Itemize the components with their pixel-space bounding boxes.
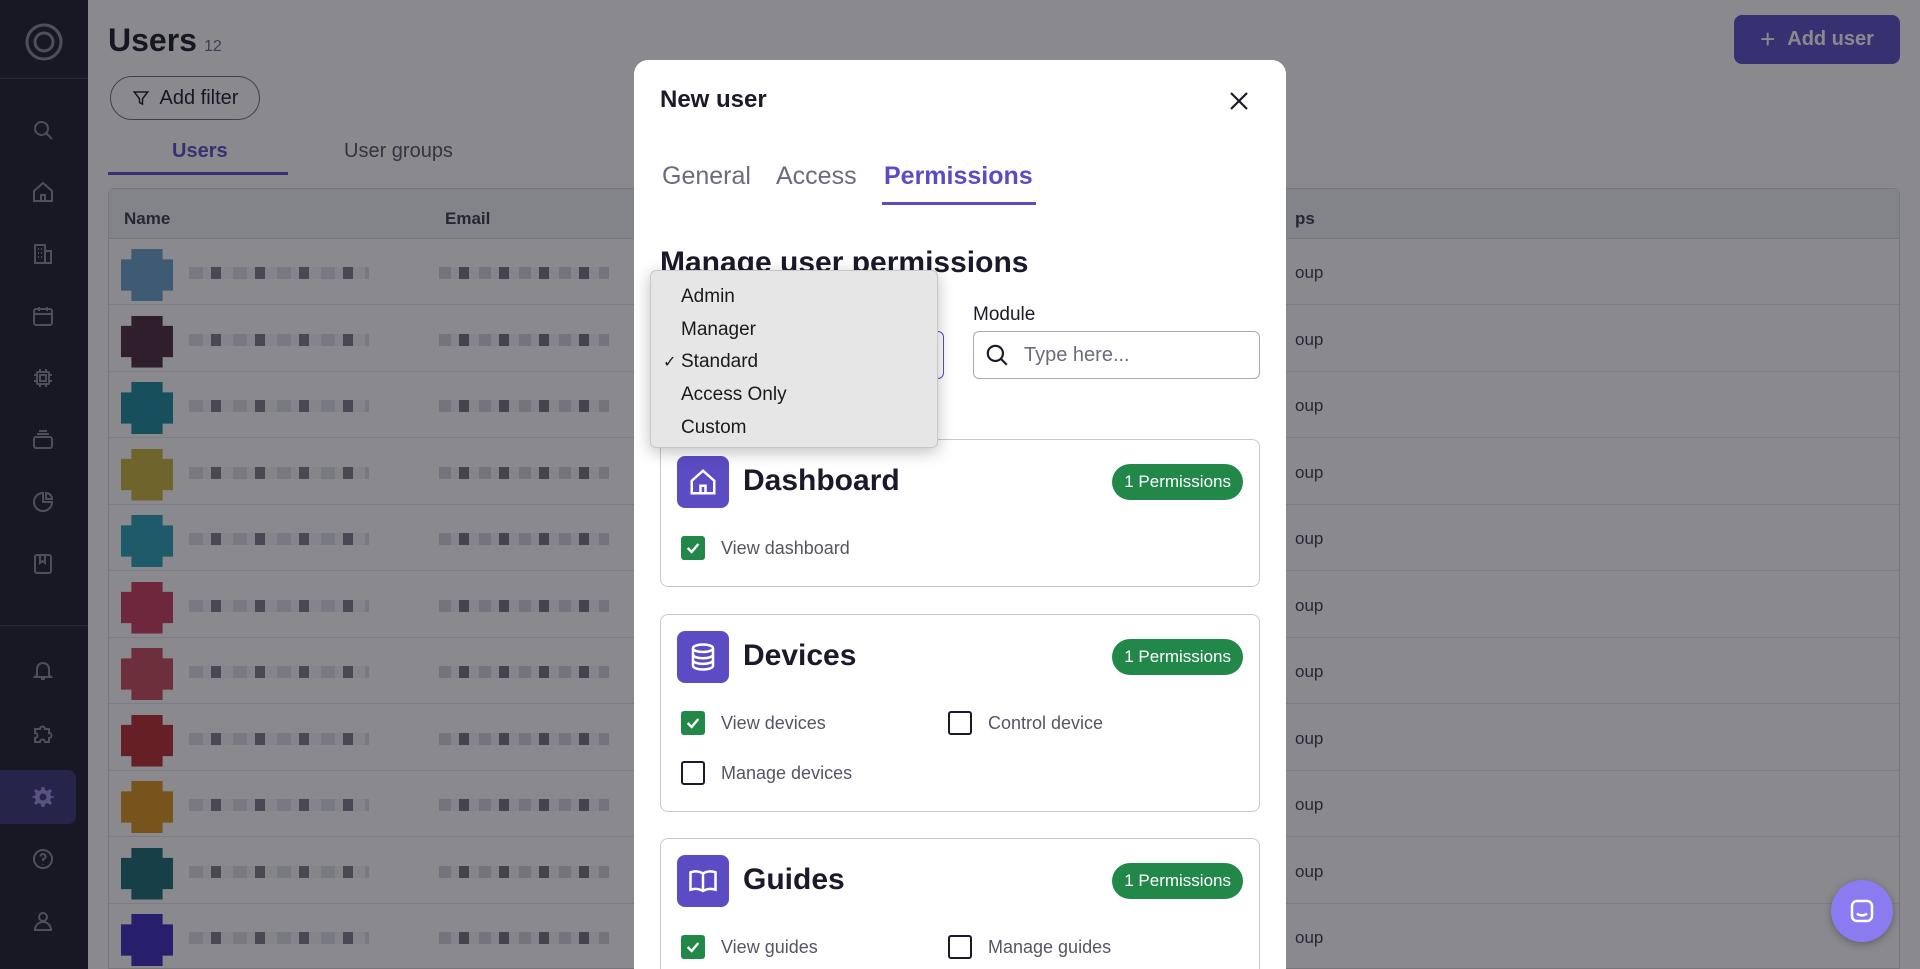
open-book-icon [677,855,729,907]
checkbox-unchecked[interactable] [948,711,972,735]
permission-label: Control device [988,712,1104,733]
permission-manage-guides[interactable]: Manage guides [948,935,1111,959]
permission-label: Manage devices [721,762,853,783]
permission-card-dashboard: Dashboard 1 Permissions View dashboard [660,439,1260,587]
home-icon [677,456,729,508]
card-title: Devices [743,639,857,672]
role-dropdown-menu: Admin Manager ✓ Standard Access Only Cust… [650,270,938,448]
search-icon [982,340,1012,370]
permission-label: View devices [721,712,826,733]
checkbox-unchecked[interactable] [681,761,705,785]
permission-card-devices: Devices 1 Permissions View devices Contr… [660,614,1260,812]
checkmark-icon: ✓ [663,354,677,372]
permission-card-guides: Guides 1 Permissions View guides Manage … [660,838,1260,969]
permission-label: Manage guides [988,936,1112,957]
permission-control-device[interactable]: Control device [948,711,1103,735]
chat-icon[interactable] [1831,880,1893,942]
tab-permissions[interactable]: Permissions [884,162,1033,191]
dropdown-option-manager[interactable]: Manager [651,314,937,347]
module-search[interactable] [973,331,1260,379]
dropdown-option-custom[interactable]: Custom [651,411,937,444]
close-icon[interactable] [1222,84,1256,118]
permission-view-devices[interactable]: View devices [681,711,826,735]
database-icon [677,631,729,683]
tab-general[interactable]: General [662,162,751,191]
permissions-badge: 1 Permissions [1112,464,1243,500]
modal-title: New user [660,86,767,113]
dropdown-option-access-only[interactable]: Access Only [651,379,937,412]
permission-label: View dashboard [721,537,850,558]
dropdown-option-standard[interactable]: ✓ Standard [651,346,937,379]
permissions-badge: 1 Permissions [1112,863,1243,899]
permissions-badge: 1 Permissions [1112,639,1243,675]
permission-manage-devices[interactable]: Manage devices [681,761,852,785]
module-search-input[interactable] [1024,343,1224,367]
permission-view-dashboard[interactable]: View dashboard [681,536,850,560]
permission-label: View guides [721,936,818,957]
checkbox-checked[interactable] [681,711,705,735]
new-user-modal: New user General Access Permissions Mana… [634,60,1286,969]
checkbox-checked[interactable] [681,536,705,560]
tab-underline [882,202,1036,205]
card-title: Guides [743,863,845,896]
checkbox-unchecked[interactable] [948,935,972,959]
card-title: Dashboard [743,464,900,497]
dropdown-option-admin[interactable]: Admin [651,281,937,314]
checkbox-checked[interactable] [681,935,705,959]
tab-access[interactable]: Access [776,162,857,191]
permission-view-guides[interactable]: View guides [681,935,818,959]
module-label: Module [973,304,1036,325]
